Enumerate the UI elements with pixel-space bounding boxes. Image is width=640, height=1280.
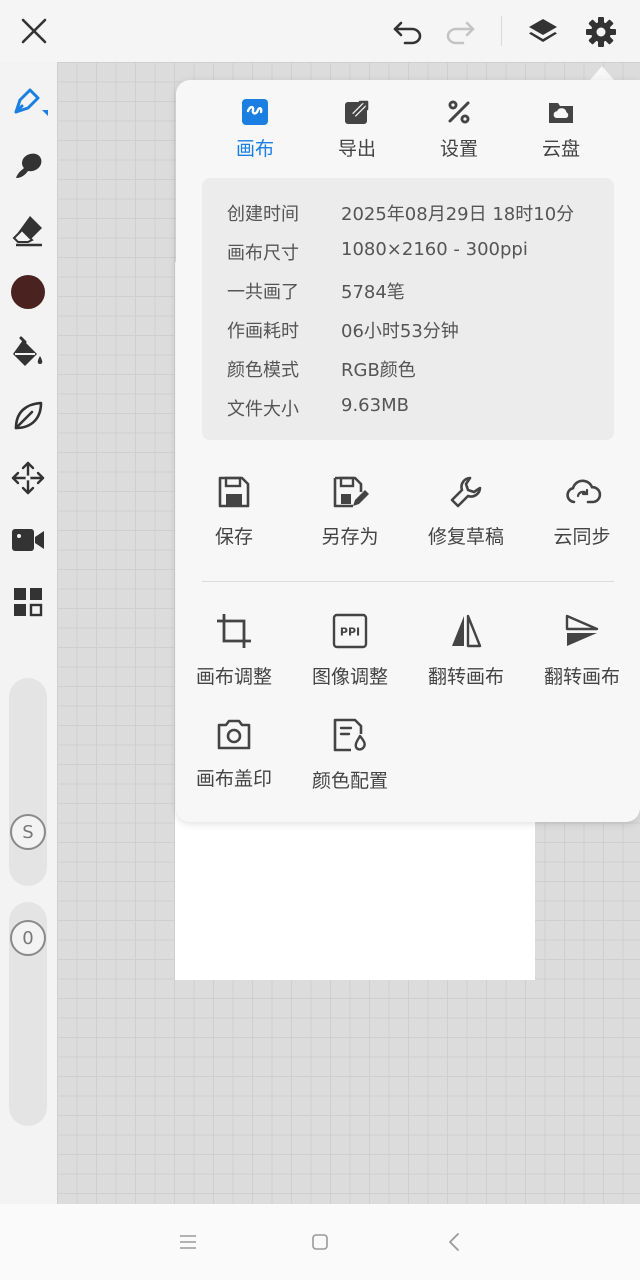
ppi-text: PPI xyxy=(340,626,360,639)
info-key: 画布尺寸 xyxy=(227,243,299,264)
tool-sidebar: S 0 xyxy=(0,62,57,1204)
cloud-drive-icon xyxy=(549,103,573,123)
ppi-icon: PPI xyxy=(332,613,368,649)
save-as-icon xyxy=(333,476,369,508)
info-value: 06小时53分钟 xyxy=(341,321,459,342)
brush-size-slider[interactable] xyxy=(9,678,47,886)
color-profile-icon xyxy=(333,718,366,752)
info-value: 9.63MB xyxy=(341,395,409,416)
save-as-button[interactable]: 另存为 xyxy=(292,474,408,549)
info-key: 作画耗时 xyxy=(227,321,299,342)
repair-draft-label: 修复草稿 xyxy=(427,526,504,548)
tab-export[interactable]: 导出 xyxy=(312,98,402,162)
canvas-adjust-label: 画布调整 xyxy=(195,666,272,688)
save-label: 保存 xyxy=(214,526,253,548)
eraser-icon xyxy=(12,216,42,247)
pen-tool[interactable] xyxy=(6,80,50,124)
grid-icon xyxy=(14,588,43,617)
system-nav-bar xyxy=(0,1204,640,1280)
redo-icon[interactable] xyxy=(440,12,480,52)
canvas-tab-icon xyxy=(242,99,268,125)
save-icon xyxy=(218,476,250,508)
video-camera-icon xyxy=(12,529,44,551)
camera-icon xyxy=(217,719,251,750)
tab-canvas[interactable]: 画布 xyxy=(210,98,300,162)
cloud-sync-label: 云同步 xyxy=(553,526,611,548)
opacity-badge: 0 xyxy=(10,920,46,956)
fill-bucket-icon xyxy=(13,336,43,366)
tab-cloud-drive-label: 云盘 xyxy=(541,138,580,160)
info-key: 文件大小 xyxy=(227,399,299,420)
wrench-icon xyxy=(450,476,482,508)
canvas-info-panel: 创建时间 2025年08月29日 18时10分 画布尺寸 1080×2160 -… xyxy=(202,178,614,440)
toolbar-divider xyxy=(501,16,502,46)
record-tool[interactable] xyxy=(6,518,50,562)
image-adjust-button[interactable]: PPI 图像调整 xyxy=(292,612,408,689)
current-color-circle xyxy=(11,275,45,309)
crop-icon xyxy=(217,614,251,648)
smudge-icon xyxy=(16,153,42,178)
save-button[interactable]: 保存 xyxy=(176,474,292,549)
close-icon[interactable] xyxy=(14,11,54,51)
more-tools[interactable] xyxy=(6,580,50,624)
flip-vertical-label: 翻转画布 xyxy=(543,666,620,688)
leaf-tool[interactable] xyxy=(6,394,50,438)
info-value: RGB颜色 xyxy=(341,360,416,381)
info-key: 颜色模式 xyxy=(227,360,299,381)
popup-caret xyxy=(590,66,614,80)
tab-cloud-drive[interactable]: 云盘 xyxy=(516,98,606,162)
tab-settings[interactable]: 设置 xyxy=(414,98,504,162)
menu-icon[interactable] xyxy=(168,1224,208,1260)
tab-settings-label: 设置 xyxy=(439,138,478,160)
tab-export-label: 导出 xyxy=(337,138,376,160)
fill-tool[interactable] xyxy=(6,332,50,376)
canvas-adjust-button[interactable]: 画布调整 xyxy=(176,612,292,689)
info-value: 2025年08月29日 18时10分 xyxy=(341,204,575,225)
canvas-settings-popup: 画布 导出 设置 云盘 创建时间 2025年08月29日 18时10分 画布尺寸… xyxy=(176,80,640,822)
pen-icon xyxy=(14,88,48,116)
layers-icon[interactable] xyxy=(522,11,564,53)
color-config-button[interactable]: 颜色配置 xyxy=(292,716,408,793)
info-value: 1080×2160 - 300ppi xyxy=(341,239,528,260)
export-icon xyxy=(345,100,369,124)
info-key: 创建时间 xyxy=(227,204,299,225)
save-as-label: 另存为 xyxy=(321,526,379,548)
leaf-icon xyxy=(14,401,43,430)
move-icon xyxy=(11,461,45,495)
back-chevron-icon[interactable] xyxy=(434,1224,474,1260)
flip-vertical-icon xyxy=(565,614,599,646)
cloud-sync-button[interactable]: 云同步 xyxy=(524,474,640,549)
tools-icon xyxy=(448,100,470,124)
flip-horizontal-button[interactable]: 翻转画布 xyxy=(408,612,524,689)
brush-size-badge: S xyxy=(10,814,46,850)
image-adjust-label: 图像调整 xyxy=(311,666,388,688)
color-config-label: 颜色配置 xyxy=(311,770,388,792)
smudge-tool[interactable] xyxy=(6,144,50,188)
flip-horizontal-label: 翻转画布 xyxy=(427,666,504,688)
eraser-tool[interactable] xyxy=(6,208,50,252)
canvas-stamp-button[interactable]: 画布盖印 xyxy=(176,716,292,791)
flip-vertical-button[interactable]: 翻转画布 xyxy=(524,612,640,689)
flip-horizontal-icon xyxy=(452,614,482,648)
cloud-sync-icon xyxy=(566,479,602,504)
canvas-stamp-label: 画布盖印 xyxy=(195,768,272,790)
color-swatch[interactable] xyxy=(6,270,50,314)
undo-icon[interactable] xyxy=(388,12,428,52)
repair-draft-button[interactable]: 修复草稿 xyxy=(408,474,524,549)
info-value: 5784笔 xyxy=(341,282,405,303)
section-divider xyxy=(202,581,614,582)
top-toolbar xyxy=(0,0,640,62)
gear-icon[interactable] xyxy=(580,11,622,53)
move-tool[interactable] xyxy=(6,456,50,500)
home-square-icon[interactable] xyxy=(300,1224,340,1260)
info-key: 一共画了 xyxy=(227,282,299,303)
tab-canvas-label: 画布 xyxy=(235,138,274,160)
